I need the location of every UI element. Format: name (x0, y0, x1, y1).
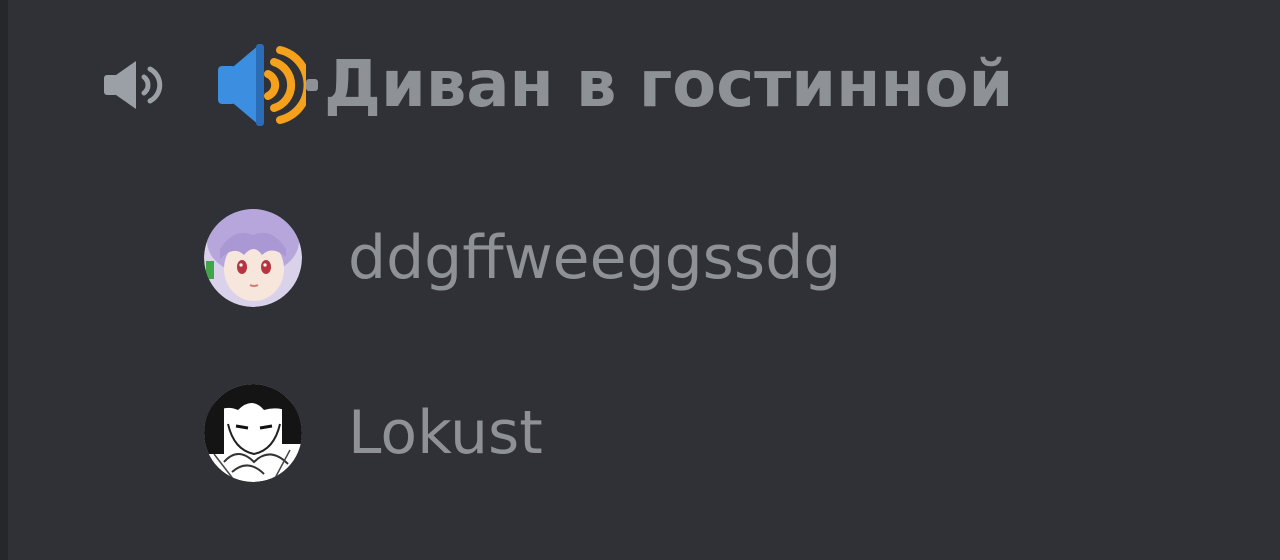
avatar (204, 209, 302, 307)
voice-user-row[interactable]: Lokust (204, 383, 543, 483)
username: ddgffweeggssdg (348, 223, 842, 293)
speaker-icon (100, 55, 172, 115)
username: Lokust (348, 398, 543, 468)
bullet-separator (306, 79, 318, 91)
sidebar-edge (0, 0, 8, 560)
voice-user-row[interactable]: ddgffweeggssdg (204, 208, 841, 308)
voice-channel-name: Диван в гостинной (324, 48, 1014, 122)
voice-channel-row[interactable]: Диван в гостинной (100, 30, 1013, 140)
avatar (204, 384, 302, 482)
loud-speaker-emoji-icon (208, 30, 306, 140)
